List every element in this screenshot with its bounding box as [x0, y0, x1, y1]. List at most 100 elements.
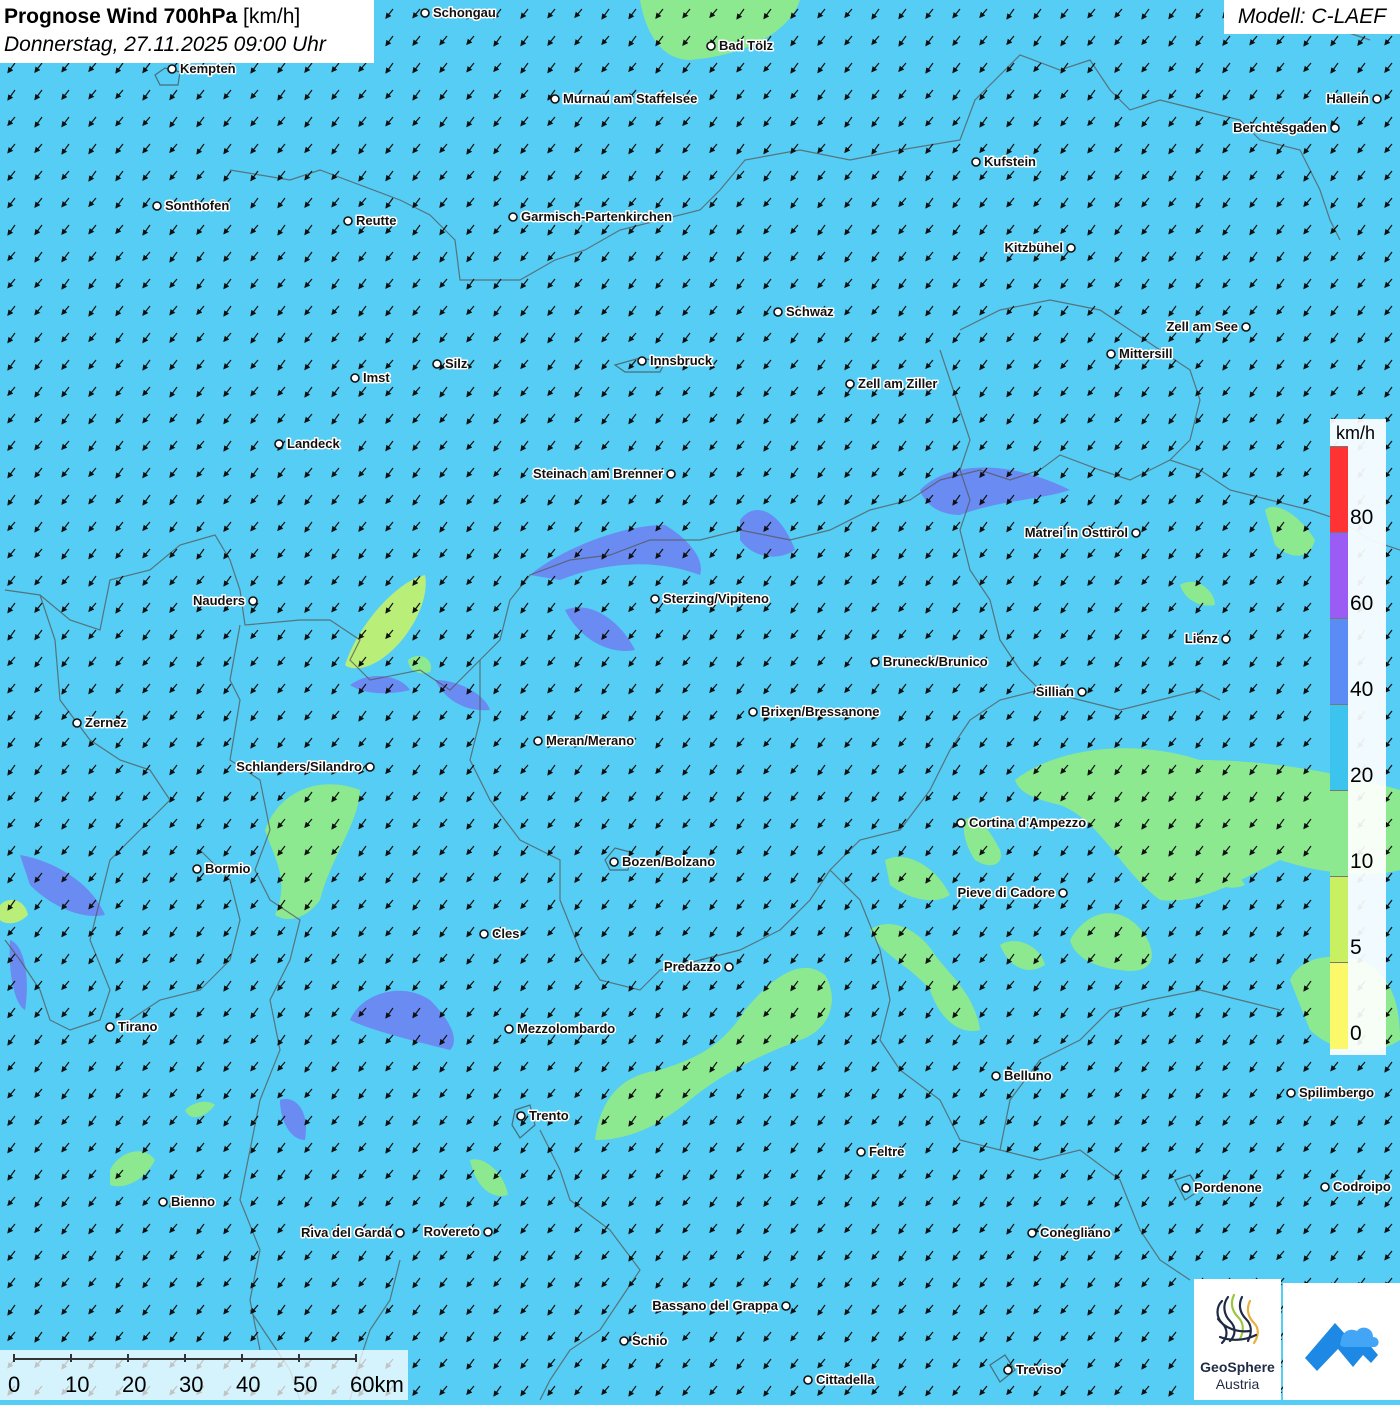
city-marker: Conegliano	[1027, 1224, 1112, 1242]
city-label: Pordenone	[1194, 1180, 1262, 1195]
city-marker: Riva del Garda	[299, 1224, 405, 1242]
scale-tick	[241, 1354, 243, 1362]
city-marker: Garmisch-Partenkirchen	[508, 208, 674, 226]
city-dot	[192, 864, 202, 874]
city-dot	[1320, 1182, 1330, 1192]
city-label: Sillian	[1036, 684, 1074, 699]
city-dot	[781, 1301, 791, 1311]
city-dot	[1181, 1183, 1191, 1193]
city-dot	[483, 1227, 493, 1237]
scale-label: 20	[122, 1372, 147, 1397]
geosphere-waves-icon	[1216, 1293, 1259, 1345]
city-label: Bormio	[205, 861, 251, 876]
city-dot	[1372, 94, 1382, 104]
city-label: Mittersill	[1119, 346, 1172, 361]
city-dot	[167, 64, 177, 74]
legend-label: 0	[1350, 1022, 1362, 1045]
city-label: Bienno	[171, 1194, 215, 1209]
scale-tick	[184, 1354, 186, 1362]
city-marker: Cortina d'Ampezzo	[956, 814, 1088, 832]
scale-tick	[13, 1354, 15, 1362]
city-dot	[773, 307, 783, 317]
legend-label: 40	[1350, 678, 1374, 701]
city-dot	[1077, 687, 1087, 697]
city-label: Bozen/Bolzano	[622, 854, 715, 869]
city-label: Sterzing/Vipiteno	[663, 591, 769, 606]
scale-label: 10	[65, 1372, 90, 1397]
city-dot	[533, 736, 543, 746]
color-legend: km/h 80 60 40 20 10 5 0	[1330, 419, 1386, 1055]
geosphere-logo[interactable]: GeoSphere Austria	[1194, 1279, 1281, 1400]
city-label: Meran/Merano	[546, 733, 634, 748]
city-label: Murnau am Staffelsee	[563, 91, 697, 106]
city-marker: Brixen/Bressanone	[748, 703, 881, 721]
legend-label: 80	[1350, 506, 1374, 529]
title-box: Prognose Wind 700hPa [km/h] Donnerstag, …	[0, 0, 374, 63]
legend-label: 10	[1350, 850, 1374, 873]
city-label: Tirano	[118, 1019, 158, 1034]
city-label: Berchtesgaden	[1233, 120, 1327, 135]
city-label: Bassano del Grappa	[652, 1298, 778, 1313]
city-marker: Schongau	[420, 4, 497, 22]
city-label: Zell am Ziller	[858, 376, 937, 391]
city-dot	[1066, 243, 1076, 253]
city-dot	[420, 8, 430, 18]
city-label: Trento	[529, 1108, 569, 1123]
city-marker: Matrei in Osttirol	[1023, 524, 1141, 542]
city-label: Reutte	[356, 213, 396, 228]
weather-app-logo[interactable]	[1283, 1283, 1400, 1400]
city-label: Codroipo	[1333, 1179, 1391, 1194]
city-marker: Mezzolombardo	[504, 1020, 617, 1038]
scale-label: 50	[293, 1372, 318, 1397]
city-label: Predazzo	[664, 959, 721, 974]
city-dot	[1241, 322, 1251, 332]
city-dot	[971, 157, 981, 167]
scale-tick	[355, 1354, 357, 1362]
city-label: Pieve di Cadore	[957, 885, 1055, 900]
city-dot	[1286, 1088, 1296, 1098]
city-marker: Spilimbergo	[1286, 1084, 1376, 1102]
city-label: Cles	[492, 926, 519, 941]
forecast-datetime: Donnerstag, 27.11.2025 09:00 Uhr	[4, 33, 326, 56]
city-dot	[956, 818, 966, 828]
geosphere-name: GeoSphere	[1200, 1359, 1275, 1375]
city-dot	[706, 41, 716, 51]
legend-swatch	[1330, 704, 1348, 791]
city-dot	[845, 379, 855, 389]
city-label: Riva del Garda	[301, 1225, 393, 1240]
city-dot	[666, 469, 676, 479]
city-label: Garmisch-Partenkirchen	[521, 209, 672, 224]
city-dot	[274, 439, 284, 449]
city-marker: Zell am Ziller	[845, 375, 939, 393]
city-dot	[1330, 123, 1340, 133]
scale-label: 0	[8, 1372, 21, 1397]
city-label: Schongau	[433, 5, 496, 20]
city-dot	[350, 373, 360, 383]
city-label: Kitzbühel	[1005, 240, 1064, 255]
city-dot	[1058, 888, 1068, 898]
city-dot	[748, 707, 758, 717]
city-dot	[991, 1071, 1001, 1081]
city-label: Schlanders/Silandro	[236, 759, 362, 774]
city-dot	[803, 1375, 813, 1385]
city-dot	[1027, 1228, 1037, 1238]
legend-label: 5	[1350, 936, 1362, 959]
mountain-cloud-icon	[1305, 1323, 1379, 1371]
city-dot	[1106, 349, 1116, 359]
city-label: Zernez	[85, 715, 127, 730]
city-marker: Pordenone	[1181, 1179, 1263, 1197]
city-dot	[637, 356, 647, 366]
city-dot	[395, 1228, 405, 1238]
city-marker: Schlanders/Silandro	[235, 758, 375, 776]
legend-swatch	[1330, 532, 1348, 619]
city-label: Cittadella	[816, 1372, 875, 1387]
scale-label: 60km	[350, 1372, 404, 1397]
city-marker: Zell am See	[1165, 318, 1251, 336]
city-label: Innsbruck	[650, 353, 713, 368]
scale-tick	[127, 1354, 129, 1362]
scale-tick	[298, 1354, 300, 1362]
city-label: Spilimbergo	[1299, 1085, 1374, 1100]
city-label: Nauders	[193, 593, 245, 608]
city-label: Bruneck/Brunico	[883, 654, 988, 669]
city-marker: Murnau am Staffelsee	[550, 90, 699, 108]
